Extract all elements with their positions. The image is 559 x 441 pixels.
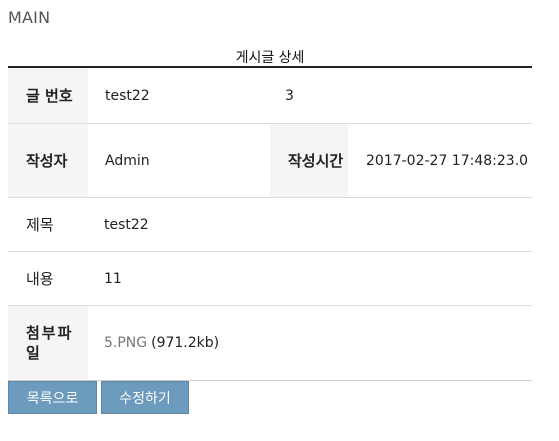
table-row-attachment: 첨부파일 5.PNG (971.2kb)	[8, 306, 532, 381]
attachment-value: 5.PNG (971.2kb)	[88, 306, 532, 380]
page-title: MAIN	[8, 8, 51, 27]
post-number-label: 글 번호	[8, 68, 88, 123]
back-to-list-button[interactable]: 목록으로	[8, 381, 97, 414]
action-buttons: 목록으로 수정하기	[8, 381, 189, 414]
content-value: 11	[104, 270, 122, 287]
table-row-content: 내용 11	[8, 252, 532, 306]
table-caption: 게시글 상세	[235, 50, 305, 66]
table-row-number: 글 번호 test22 3	[8, 68, 532, 124]
created-time-value: 2017-02-27 17:48:23.0	[366, 152, 529, 169]
attachment-label: 첨부파일	[8, 306, 88, 380]
title-label: 제목	[26, 215, 54, 234]
table-row-author: 작성자 Admin 작성시간 2017-02-27 17:48:23.0	[8, 124, 532, 198]
edit-button[interactable]: 수정하기	[101, 381, 189, 414]
content-label: 내용	[26, 269, 54, 288]
created-time-label: 작성시간	[270, 124, 348, 197]
author-value: Admin	[105, 152, 150, 169]
title-value: test22	[104, 216, 149, 233]
author-label: 작성자	[8, 124, 88, 197]
post-detail-table: 글 번호 test22 3 작성자 Admin 작성시간 2017-02-27 …	[8, 66, 532, 381]
post-id-value: test22	[105, 87, 150, 104]
attachment-file-link[interactable]: 5.PNG	[104, 335, 147, 351]
post-number-value: 3	[285, 87, 294, 104]
attachment-file-size: (971.2kb)	[151, 335, 220, 351]
table-row-title: 제목 test22	[8, 198, 532, 252]
